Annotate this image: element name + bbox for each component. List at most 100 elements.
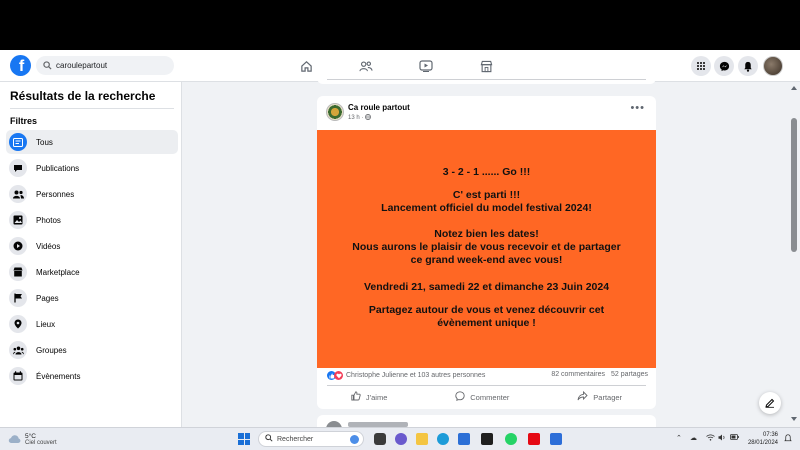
notifications-bell-icon[interactable] (738, 56, 758, 76)
sidebar-item-pages[interactable]: Pages (6, 286, 178, 310)
search-input[interactable] (56, 61, 166, 70)
reactions-summary[interactable]: Christophe Julienne et 103 autres person… (327, 371, 485, 380)
volume-icon[interactable] (718, 434, 727, 443)
new-message-button[interactable] (759, 392, 781, 414)
flag-icon (9, 289, 27, 307)
system-clock[interactable]: 07:36 28/01/2024 (742, 431, 778, 447)
people-icon (9, 185, 27, 203)
banner-line: Lancement officiel du model festival 202… (381, 202, 592, 214)
search-icon (42, 61, 52, 71)
bing-icon (350, 434, 359, 444)
terminal-icon[interactable] (481, 433, 493, 445)
teams-icon[interactable] (395, 433, 407, 445)
sidebar-item-label: Personnes (36, 189, 75, 199)
engagement-counts: 82 commentaires 52 partages (551, 371, 648, 378)
sidebar-item-lieux[interactable]: Lieux (6, 312, 178, 336)
onedrive-icon[interactable]: ☁ (690, 434, 697, 442)
search-icon (265, 434, 273, 444)
comment-label: Commenter (470, 392, 510, 402)
clock-time: 07:36 (762, 432, 778, 438)
video-icon (9, 237, 27, 255)
taskbar-search[interactable]: Rechercher (258, 431, 364, 447)
cloud-icon (8, 431, 21, 449)
page-avatar[interactable] (326, 103, 344, 121)
menu-grid-icon[interactable] (691, 56, 711, 76)
friends-icon[interactable] (358, 58, 374, 74)
facebook-logo-icon[interactable]: f (10, 55, 31, 76)
groups-icon (9, 341, 27, 359)
sidebar-item-label: Groupes (36, 345, 67, 355)
sidebar-divider (10, 108, 174, 109)
tray-chevron-icon[interactable]: ⌃ (676, 434, 682, 442)
weather-condition: Ciel couvert (25, 440, 57, 446)
sidebar-item-label: Évènements (36, 371, 81, 381)
sidebar-item-tous[interactable]: Tous (6, 130, 178, 154)
comments-count[interactable]: 82 commentaires (551, 371, 605, 378)
scrollbar-thumb[interactable] (791, 118, 797, 252)
clock-date: 28/01/2024 (747, 440, 778, 446)
photos-icon (9, 211, 27, 229)
post-time[interactable]: 13 h · (348, 115, 363, 121)
sidebar-item-publications[interactable]: Publications (6, 156, 178, 180)
facebook-window: f Ré (0, 50, 800, 427)
banner-line: Partagez autour de vous et venez découvr… (368, 304, 605, 316)
top-black-bar (0, 0, 800, 50)
share-button[interactable]: Partager (577, 390, 623, 403)
file-explorer-icon[interactable] (416, 433, 428, 445)
sidebar-item-videos[interactable]: Vidéos (6, 234, 178, 258)
windows-start-icon[interactable] (238, 433, 250, 445)
reactions-text: Christophe Julienne et 103 autres person… (346, 372, 486, 379)
filters-heading: Filtres (10, 116, 38, 126)
whatsapp-icon[interactable] (505, 433, 517, 445)
notification-bell-icon[interactable] (784, 434, 792, 445)
sidebar-title: Résultats de la recherche (10, 89, 156, 103)
weather-temperature: 5°C (25, 433, 36, 440)
previous-post-card (317, 78, 656, 84)
marketplace-nav-icon[interactable] (478, 58, 494, 74)
marketplace-icon (9, 263, 27, 281)
share-label: Partager (593, 392, 623, 402)
sidebar-item-label: Tous (36, 137, 53, 147)
shares-count[interactable]: 52 partages (611, 371, 648, 378)
windows-taskbar: 5°C Ciel couvert Rechercher ⌃ ☁ 07:36 28… (0, 427, 800, 450)
photos-app-icon[interactable] (550, 433, 562, 445)
store-icon[interactable] (458, 433, 470, 445)
scroll-up-arrow-icon[interactable] (791, 86, 797, 90)
sidebar-item-label: Marketplace (36, 267, 80, 277)
home-icon[interactable] (298, 58, 314, 74)
like-button[interactable]: J'aime (351, 391, 387, 403)
banner-line: Nous aurons le plaisir de vous recevoir … (352, 241, 621, 253)
banner-line: C' est parti !!! (452, 189, 521, 201)
netflix-icon[interactable] (528, 433, 540, 445)
banner-line: Vendredi 21, samedi 22 et dimanche 23 Ju… (363, 281, 610, 293)
more-options-icon[interactable]: ••• (630, 102, 645, 114)
sidebar-item-groupes[interactable]: Groupes (6, 338, 178, 362)
sidebar-item-personnes[interactable]: Personnes (6, 182, 178, 206)
wifi-icon[interactable] (706, 434, 715, 443)
scroll-down-arrow-icon[interactable] (791, 417, 797, 421)
edge-browser-icon[interactable] (437, 433, 449, 445)
sidebar-item-photos[interactable]: Photos (6, 208, 178, 232)
banner-line: Notez bien les dates! (434, 228, 539, 240)
messenger-icon[interactable] (714, 56, 734, 76)
post-image-banner[interactable]: 3 - 2 - 1 ...... Go !!! C' est parti !!!… (317, 130, 656, 368)
globe-icon (365, 114, 372, 122)
sidebar-item-label: Publications (36, 163, 80, 173)
post-author[interactable]: Ca roule partout (348, 103, 410, 112)
search-box[interactable] (36, 56, 174, 75)
battery-icon[interactable] (730, 434, 739, 442)
comment-button[interactable]: Commenter (455, 391, 509, 403)
posts-icon (9, 159, 27, 177)
sidebar-item-marketplace[interactable]: Marketplace (6, 260, 178, 284)
task-view-icon[interactable] (374, 433, 386, 445)
weather-widget[interactable]: 5°C Ciel couvert (8, 431, 57, 449)
profile-avatar[interactable] (763, 56, 783, 76)
next-post-card (317, 415, 656, 427)
post-card: Ca roule partout 13 h · ••• 3 - 2 - 1 ..… (317, 96, 656, 409)
compose-icon (765, 398, 775, 408)
sidebar-item-evenements[interactable]: Évènements (6, 364, 178, 388)
banner-line: ce grand week-end avec vous! (410, 254, 563, 266)
watch-video-icon[interactable] (418, 58, 434, 74)
sidebar-item-label: Vidéos (36, 241, 61, 251)
like-label: J'aime (365, 392, 388, 402)
